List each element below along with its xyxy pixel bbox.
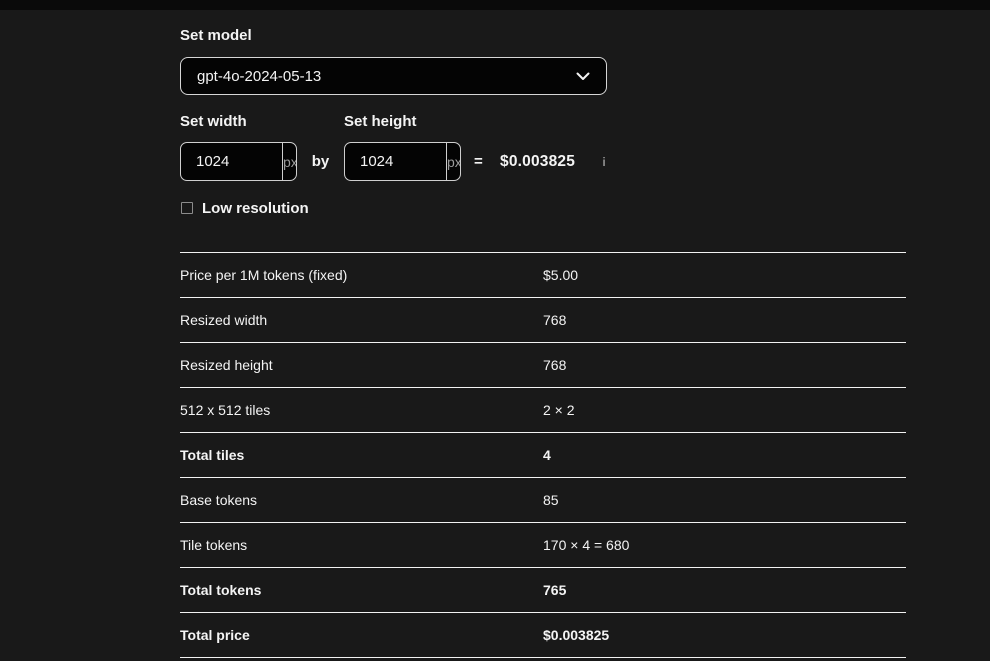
calculator-panel: Set model gpt-4o-2024-05-13 Set width Se… (180, 10, 906, 661)
row-label: 512 x 512 tiles (180, 402, 270, 418)
width-label: Set width (180, 113, 247, 131)
info-icon[interactable]: i (598, 142, 610, 181)
row-value: 2 × 2 (543, 402, 575, 418)
price-result: $0.003825 (500, 142, 575, 181)
row-value: 768 (543, 312, 566, 328)
table-row: Total tiles 4 (180, 432, 906, 477)
row-label: Price per 1M tokens (fixed) (180, 267, 347, 283)
price-table: Price per 1M tokens (fixed) $5.00 Resized … (180, 252, 906, 658)
height-unit-label: px (446, 143, 461, 180)
row-label: Total price (180, 627, 250, 643)
table-row: Resized width 768 (180, 297, 906, 342)
model-select[interactable]: gpt-4o-2024-05-13 (180, 57, 607, 95)
row-value: 170 × 4 = 680 (543, 537, 629, 553)
row-value: $5.00 (543, 267, 578, 283)
equals-sign: = (474, 142, 483, 181)
row-label: Base tokens (180, 492, 257, 508)
width-input[interactable] (181, 143, 282, 180)
height-label: Set height (344, 113, 417, 131)
table-row: Base tokens 85 (180, 477, 906, 522)
row-label: Resized height (180, 357, 273, 373)
low-resolution-checkbox[interactable] (181, 202, 193, 214)
low-resolution-label[interactable]: Low resolution (202, 200, 309, 217)
row-label: Resized width (180, 312, 267, 328)
by-label: by (297, 142, 344, 181)
row-label: Tile tokens (180, 537, 247, 553)
top-bar (0, 0, 990, 10)
row-label: Total tokens (180, 582, 261, 598)
table-row: Total tokens 765 (180, 567, 906, 612)
model-select-value: gpt-4o-2024-05-13 (197, 68, 321, 85)
row-value: $0.003825 (543, 627, 609, 643)
table-row: Total price $0.003825 (180, 612, 906, 658)
low-resolution-row: Low resolution (180, 199, 309, 217)
table-row: Resized height 768 (180, 342, 906, 387)
table-row: Tile tokens 170 × 4 = 680 (180, 522, 906, 567)
width-unit-label: px (282, 143, 297, 180)
row-value: 4 (543, 447, 551, 463)
height-input-group: px (344, 142, 461, 181)
width-input-group: px (180, 142, 297, 181)
height-input[interactable] (345, 143, 446, 180)
model-label: Set model (180, 27, 252, 45)
chevron-down-icon (576, 72, 590, 81)
row-value: 768 (543, 357, 566, 373)
row-value: 85 (543, 492, 559, 508)
row-label: Total tiles (180, 447, 244, 463)
table-row: Price per 1M tokens (fixed) $5.00 (180, 252, 906, 297)
row-value: 765 (543, 582, 566, 598)
table-row: 512 x 512 tiles 2 × 2 (180, 387, 906, 432)
